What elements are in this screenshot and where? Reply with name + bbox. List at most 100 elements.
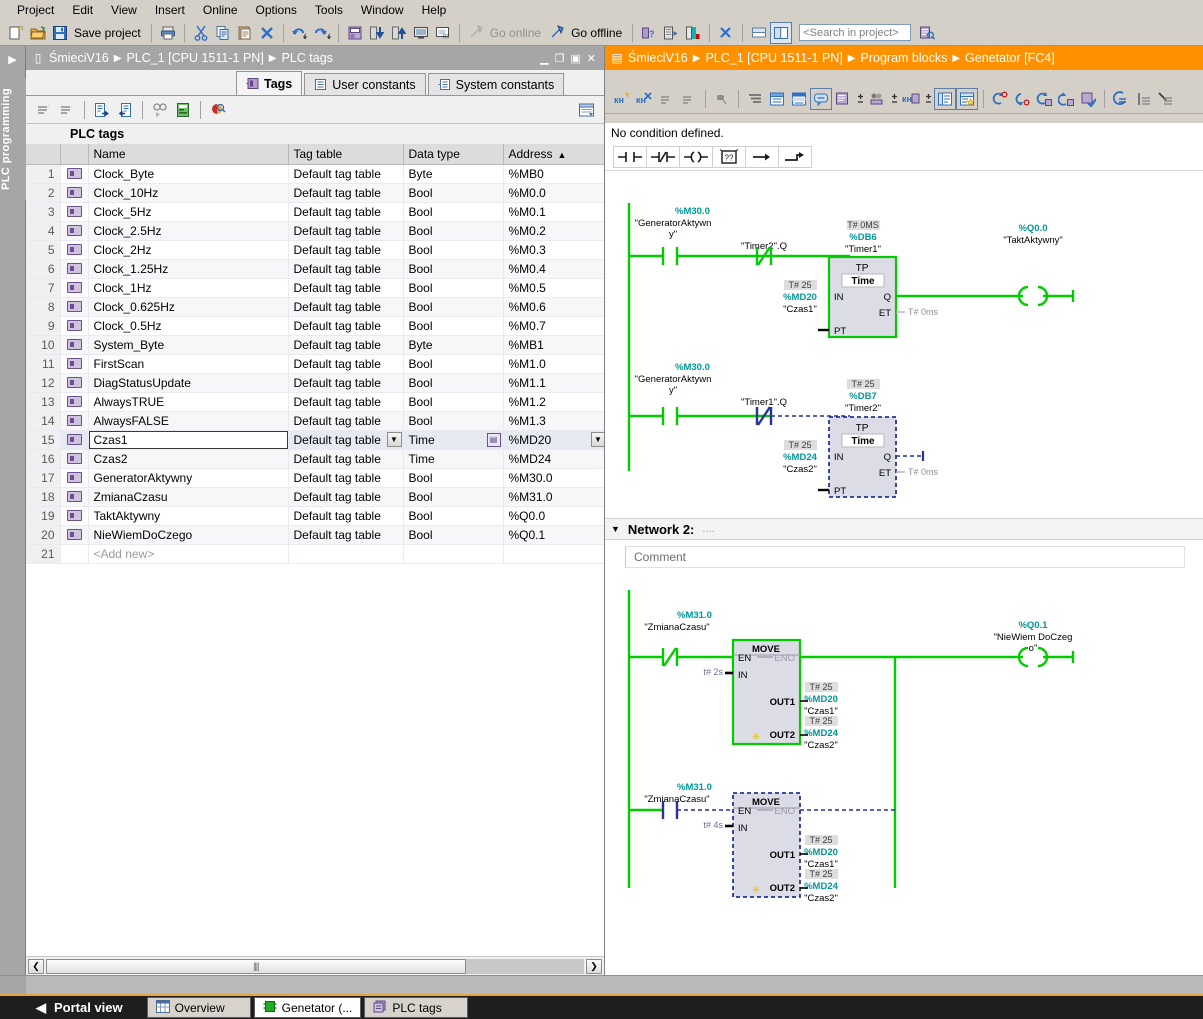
vertical-tab-plc-programming[interactable]: PLC programming <box>0 78 26 200</box>
append-rung-icon[interactable] <box>679 89 699 109</box>
cell-name[interactable]: Clock_Byte <box>88 164 289 184</box>
new-project-icon[interactable] <box>6 23 26 43</box>
cell-address[interactable]: %M30.0 <box>503 468 604 488</box>
cell-address[interactable]: %M1.1 <box>503 373 604 393</box>
menu-item-online[interactable]: Online <box>194 1 247 19</box>
cell-data-type[interactable]: Bool <box>403 525 504 545</box>
cell-name[interactable]: TaktAktywny <box>88 506 289 526</box>
scrollbar-thumb[interactable]: |||| <box>46 958 466 974</box>
cell-name[interactable]: Clock_1Hz <box>88 278 289 298</box>
cell-address[interactable]: %M0.7 <box>503 316 604 336</box>
table-row[interactable]: 20 NieWiemDoCzego Default tag table Bool %Q0… <box>26 525 604 545</box>
table-row[interactable]: 19 TaktAktywny Default tag table Bool %Q0.0 <box>26 506 604 526</box>
cell-data-type[interactable]: Bool <box>403 316 504 336</box>
cell-address[interactable] <box>503 544 604 564</box>
cell-tag-table[interactable]: Default tag table <box>288 392 404 412</box>
cell-data-type[interactable]: Bool <box>403 506 504 526</box>
cell-name[interactable]: Czas2 <box>88 449 289 469</box>
breadcrumb-project[interactable]: ŚmieciV16 <box>625 51 691 65</box>
cell-data-type[interactable]: Bool <box>403 240 504 260</box>
cell-data-type[interactable]: Bool <box>403 202 504 222</box>
cell-tag-table[interactable]: Default tag table <box>288 354 404 374</box>
cell-tag-table[interactable]: Default tag table <box>288 183 404 203</box>
expand-project-tree-icon[interactable]: ▶ <box>0 46 25 72</box>
insert-row-icon[interactable] <box>34 100 54 120</box>
table-row[interactable]: 3 Clock_5Hz Default tag table Bool %M0.1 <box>26 202 604 222</box>
undo-icon[interactable] <box>290 23 310 43</box>
cell-tag-table[interactable]: Default tag table <box>288 240 404 260</box>
maximize-icon[interactable]: ▣ <box>570 52 580 65</box>
cell-name[interactable]: Clock_0.625Hz <box>88 297 289 317</box>
cell-tag-table[interactable]: Default tag table <box>288 278 404 298</box>
monitor-all-icon[interactable] <box>150 100 170 120</box>
search-input[interactable]: <Search in project> <box>799 24 912 41</box>
open-project-icon[interactable] <box>28 23 48 43</box>
cell-name[interactable]: Clock_10Hz <box>88 183 289 203</box>
cell-tag-table[interactable]: Default tag table <box>288 411 404 431</box>
table-row[interactable]: 9 Clock_0.5Hz Default tag table Bool %M0.7 <box>26 316 604 336</box>
cell-address[interactable]: %M1.0 <box>503 354 604 374</box>
menu-item-window[interactable]: Window <box>352 1 413 19</box>
cell-name[interactable]: DiagStatusUpdate <box>88 373 289 393</box>
network-2-header[interactable]: ▼ Network 2: .... <box>605 518 1203 540</box>
cell-address[interactable]: %Q0.1 <box>503 525 604 545</box>
table-row[interactable]: 8 Clock_0.625Hz Default tag table Bool %M0.6 <box>26 297 604 317</box>
cell-data-type[interactable]: Bool <box>403 259 504 279</box>
n2rung1-contact-nc[interactable] <box>629 647 733 667</box>
download-to-device-icon[interactable] <box>367 23 387 43</box>
cell-tag-table[interactable]: Default tag table <box>288 373 404 393</box>
cell-data-type[interactable]: Bool <box>403 354 504 374</box>
taskbar-tab-genetator[interactable]: Genetator (... <box>253 997 362 1018</box>
search-replace-icon[interactable] <box>208 100 228 120</box>
table-row[interactable]: 10 System_Byte Default tag table Byte %MB1 <box>26 335 604 355</box>
cell-address[interactable]: %MB0 <box>503 164 604 184</box>
show-absolute-operands-icon[interactable] <box>833 89 853 109</box>
start-monitoring-icon[interactable] <box>661 23 681 43</box>
cell-address[interactable]: %MB1 <box>503 335 604 355</box>
tags-table-container[interactable]: Name Tag table Data type Address ▲ 1 Clock… <box>26 144 604 956</box>
save-project-icon[interactable] <box>50 23 70 43</box>
delete-network-icon[interactable]: кн <box>635 89 655 109</box>
absolute-symbolic-icon[interactable] <box>712 89 732 109</box>
network-2-comment[interactable]: Comment <box>625 546 1185 568</box>
cell-data-type[interactable]: Bool <box>403 183 504 203</box>
empty-box-icon[interactable]: ?? <box>712 145 746 168</box>
cell-tag-table[interactable] <box>288 544 404 564</box>
scroll-right-button[interactable]: ❯ <box>586 958 602 974</box>
operand-plus-icon[interactable] <box>855 89 865 109</box>
table-row[interactable]: 7 Clock_1Hz Default tag table Bool %M0.5 <box>26 278 604 298</box>
save-project-label[interactable]: Save project <box>72 26 145 40</box>
start-simulation-icon[interactable] <box>411 23 431 43</box>
cell-address[interactable]: %M1.3 <box>503 411 604 431</box>
delete-icon[interactable] <box>257 23 277 43</box>
add-row-icon[interactable] <box>57 100 77 120</box>
upload-from-device-icon[interactable] <box>389 23 409 43</box>
menu-item-project[interactable]: Project <box>8 1 63 19</box>
cell-name[interactable]: Clock_5Hz <box>88 202 289 222</box>
cell-tag-table[interactable]: Default tag table <box>288 297 404 317</box>
menu-item-view[interactable]: View <box>102 1 146 19</box>
table-row[interactable]: 17 GeneratorAktywny Default tag table Bool%… <box>26 468 604 488</box>
cell-name[interactable]: System_Byte <box>88 335 289 355</box>
table-row[interactable]: 18 ZmianaCzasu Default tag table Bool %M31.0 <box>26 487 604 507</box>
branch-close-icon[interactable] <box>778 145 812 168</box>
taskbar-tab-overview[interactable]: Overview <box>146 997 251 1018</box>
scrollbar-track[interactable]: |||| <box>46 958 584 974</box>
import-icon[interactable] <box>115 100 135 120</box>
tab-user-constants[interactable]: User constants <box>304 73 426 95</box>
cell-name[interactable]: AlwaysTRUE <box>88 392 289 412</box>
cut-icon[interactable] <box>191 23 211 43</box>
copy-icon[interactable] <box>213 23 233 43</box>
cell-tag-table[interactable]: Default tag table <box>288 316 404 336</box>
monitoring-off-icon[interactable] <box>1012 89 1032 109</box>
n2rung1-coil[interactable] <box>1017 646 1075 668</box>
horizontal-scrollbar[interactable]: ❮ |||| ❯ <box>26 956 604 975</box>
table-row[interactable]: 14 AlwaysFALSE Default tag table Bool %M1.3 <box>26 411 604 431</box>
print-icon[interactable] <box>158 23 178 43</box>
cross-reference-icon[interactable] <box>1155 89 1175 109</box>
favorites-toggle-icon[interactable] <box>956 87 978 110</box>
cell-tag-table[interactable]: Default tag table <box>288 202 404 222</box>
column-header-name[interactable]: Name <box>88 144 289 165</box>
cell-data-type[interactable]: Time ▤ <box>403 430 504 450</box>
contact-nc-icon[interactable] <box>646 145 680 168</box>
